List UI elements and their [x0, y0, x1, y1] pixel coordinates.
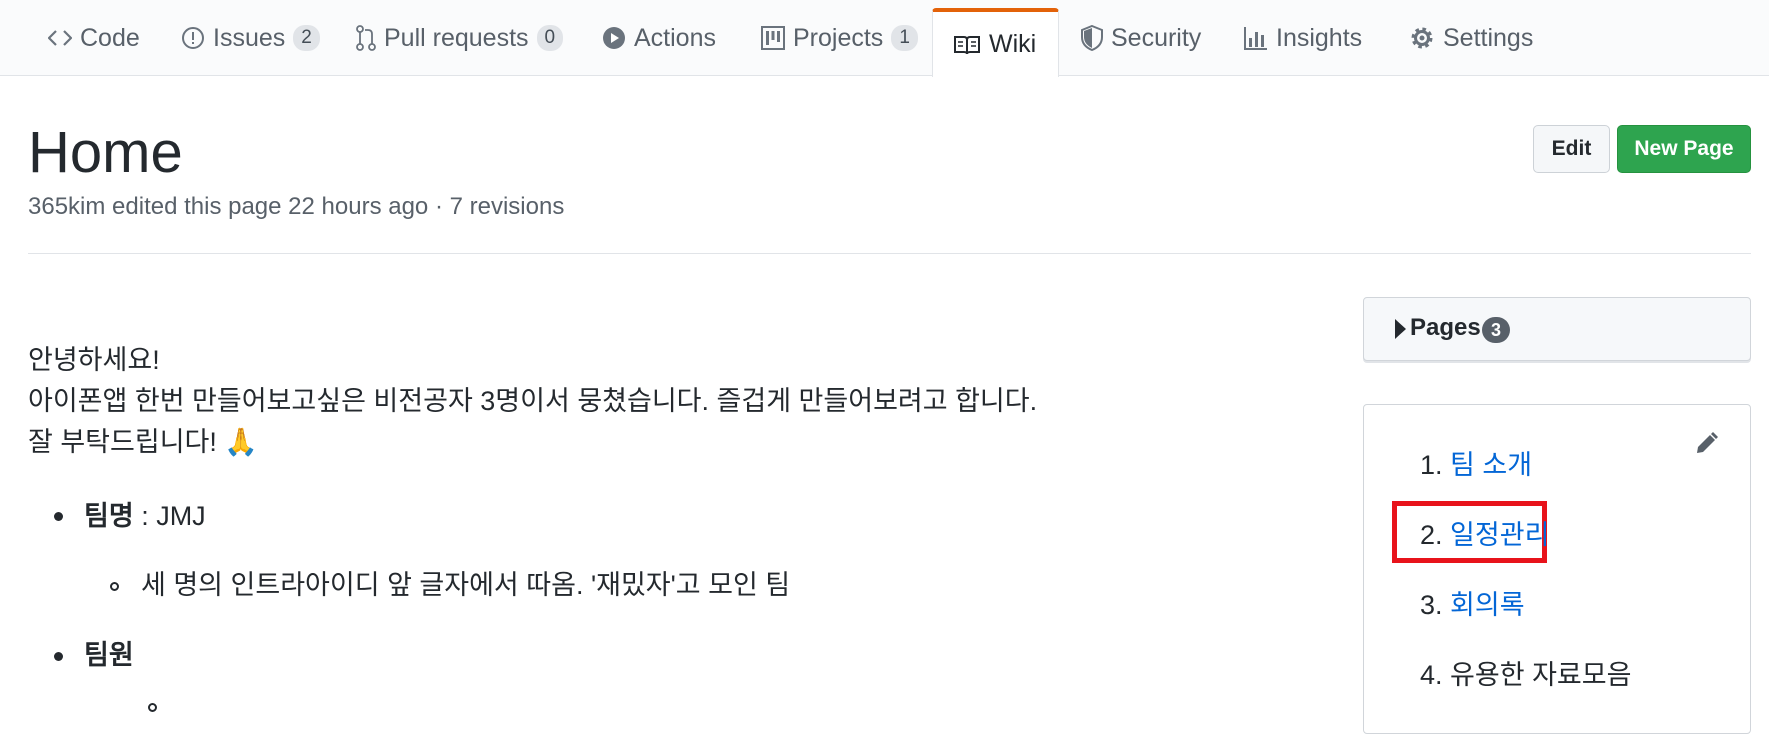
item-number: 3. [1420, 590, 1443, 620]
tab-pull-requests[interactable]: Pull requests 0 [356, 0, 564, 76]
gear-icon [1409, 25, 1435, 51]
page-meta: 365kim edited this page 22 hours ago · 7… [28, 193, 565, 220]
sub-bullet-circle [110, 582, 119, 591]
count-badge: 1 [891, 25, 918, 51]
members-label: 팀원 [84, 640, 134, 670]
sidebar-item-team-intro[interactable]: 1. 팀 소개 [1420, 447, 1532, 483]
item-link[interactable]: 팀 소개 [1450, 450, 1532, 480]
tab-label: Security [1111, 23, 1202, 52]
greeting-text: 안녕하세요! [28, 345, 160, 375]
page-title: Home [28, 120, 183, 185]
tab-label: Actions [634, 23, 716, 52]
caret-right-icon [1395, 319, 1406, 339]
shield-icon [1081, 25, 1103, 51]
wiki-intro: 안녕하세요! 아이폰앱 한번 만들어보고싶은 비전공자 3명이서 뭉쳤습니다. … [28, 340, 1037, 463]
pray-emoji: 🙏 [224, 427, 259, 457]
team-name-label: 팀명 [84, 501, 134, 531]
count-badge: 0 [536, 25, 564, 51]
play-icon [602, 26, 626, 50]
team-name-value: : JMJ [133, 501, 206, 531]
graph-icon [1244, 26, 1268, 50]
tab-code[interactable]: Code [48, 0, 140, 76]
sidebar-item-schedule[interactable]: 2. 일정관리 [1420, 517, 1549, 553]
tab-label: Issues [213, 23, 286, 52]
sidebar-item-minutes[interactable]: 3. 회의록 [1420, 587, 1525, 623]
issue-icon [181, 26, 205, 50]
sidebar-item-resources: 4. 유용한 자료모음 [1420, 657, 1631, 693]
intro-text: 아이폰앱 한번 만들어보고싶은 비전공자 3명이서 뭉쳤습니다. 즐겁게 만들어… [28, 386, 1038, 416]
pages-count-badge: 3 [1482, 317, 1510, 343]
tab-label: Insights [1276, 23, 1363, 52]
tab-label: Code [80, 23, 140, 52]
tab-issues[interactable]: Issues 2 [181, 0, 320, 76]
code-icon [48, 28, 72, 48]
team-name-description: 세 명의 인트라아이디 앞 글자에서 따옴. '재밌자'고 모인 팀 [141, 570, 791, 600]
closing-text: 잘 부탁드립니다! [28, 427, 217, 457]
tab-settings[interactable]: Settings [1409, 0, 1533, 76]
item-text: 유용한 자료모음 [1450, 660, 1632, 690]
tab-label: Pull requests [384, 23, 529, 52]
bullet-dot [54, 512, 63, 521]
tab-label: Settings [1443, 23, 1534, 52]
closing-line: 잘 부탁드립니다! 🙏 [28, 422, 1037, 463]
header-divider [28, 253, 1751, 254]
custom-sidebar: 1. 팀 소개 2. 일정관리 3. 회의록 4. 유용한 자료모음 [1363, 404, 1751, 734]
book-icon [953, 34, 981, 56]
tab-wiki[interactable]: Wiki [932, 8, 1059, 77]
tab-insights[interactable]: Insights [1244, 0, 1362, 76]
item-number: 2. [1420, 520, 1443, 550]
item-number: 4. [1420, 660, 1443, 690]
item-number: 1. [1420, 450, 1443, 480]
item-link[interactable]: 일정관리 [1450, 520, 1549, 550]
pages-label: Pages [1410, 314, 1481, 341]
tab-label: Projects [793, 23, 884, 52]
pencil-icon[interactable] [1693, 431, 1719, 462]
tab-projects[interactable]: Projects 1 [761, 0, 918, 76]
pages-toggle[interactable]: Pages 3 [1363, 297, 1751, 361]
bullet-dot [54, 652, 63, 661]
team-name-item: 팀명 : JMJ [84, 496, 206, 536]
pull-request-icon [356, 25, 376, 51]
tab-actions[interactable]: Actions [602, 0, 716, 76]
project-icon [761, 26, 785, 50]
tab-label: Wiki [989, 30, 1037, 58]
tab-security[interactable]: Security [1081, 0, 1201, 76]
repo-tab-bar: Code Issues 2 Pull requests 0 Actions Pr… [0, 0, 1769, 77]
count-badge: 2 [293, 25, 320, 51]
edit-button[interactable]: Edit [1533, 125, 1610, 173]
new-page-button[interactable]: New Page [1617, 125, 1751, 173]
item-link[interactable]: 회의록 [1450, 590, 1525, 620]
